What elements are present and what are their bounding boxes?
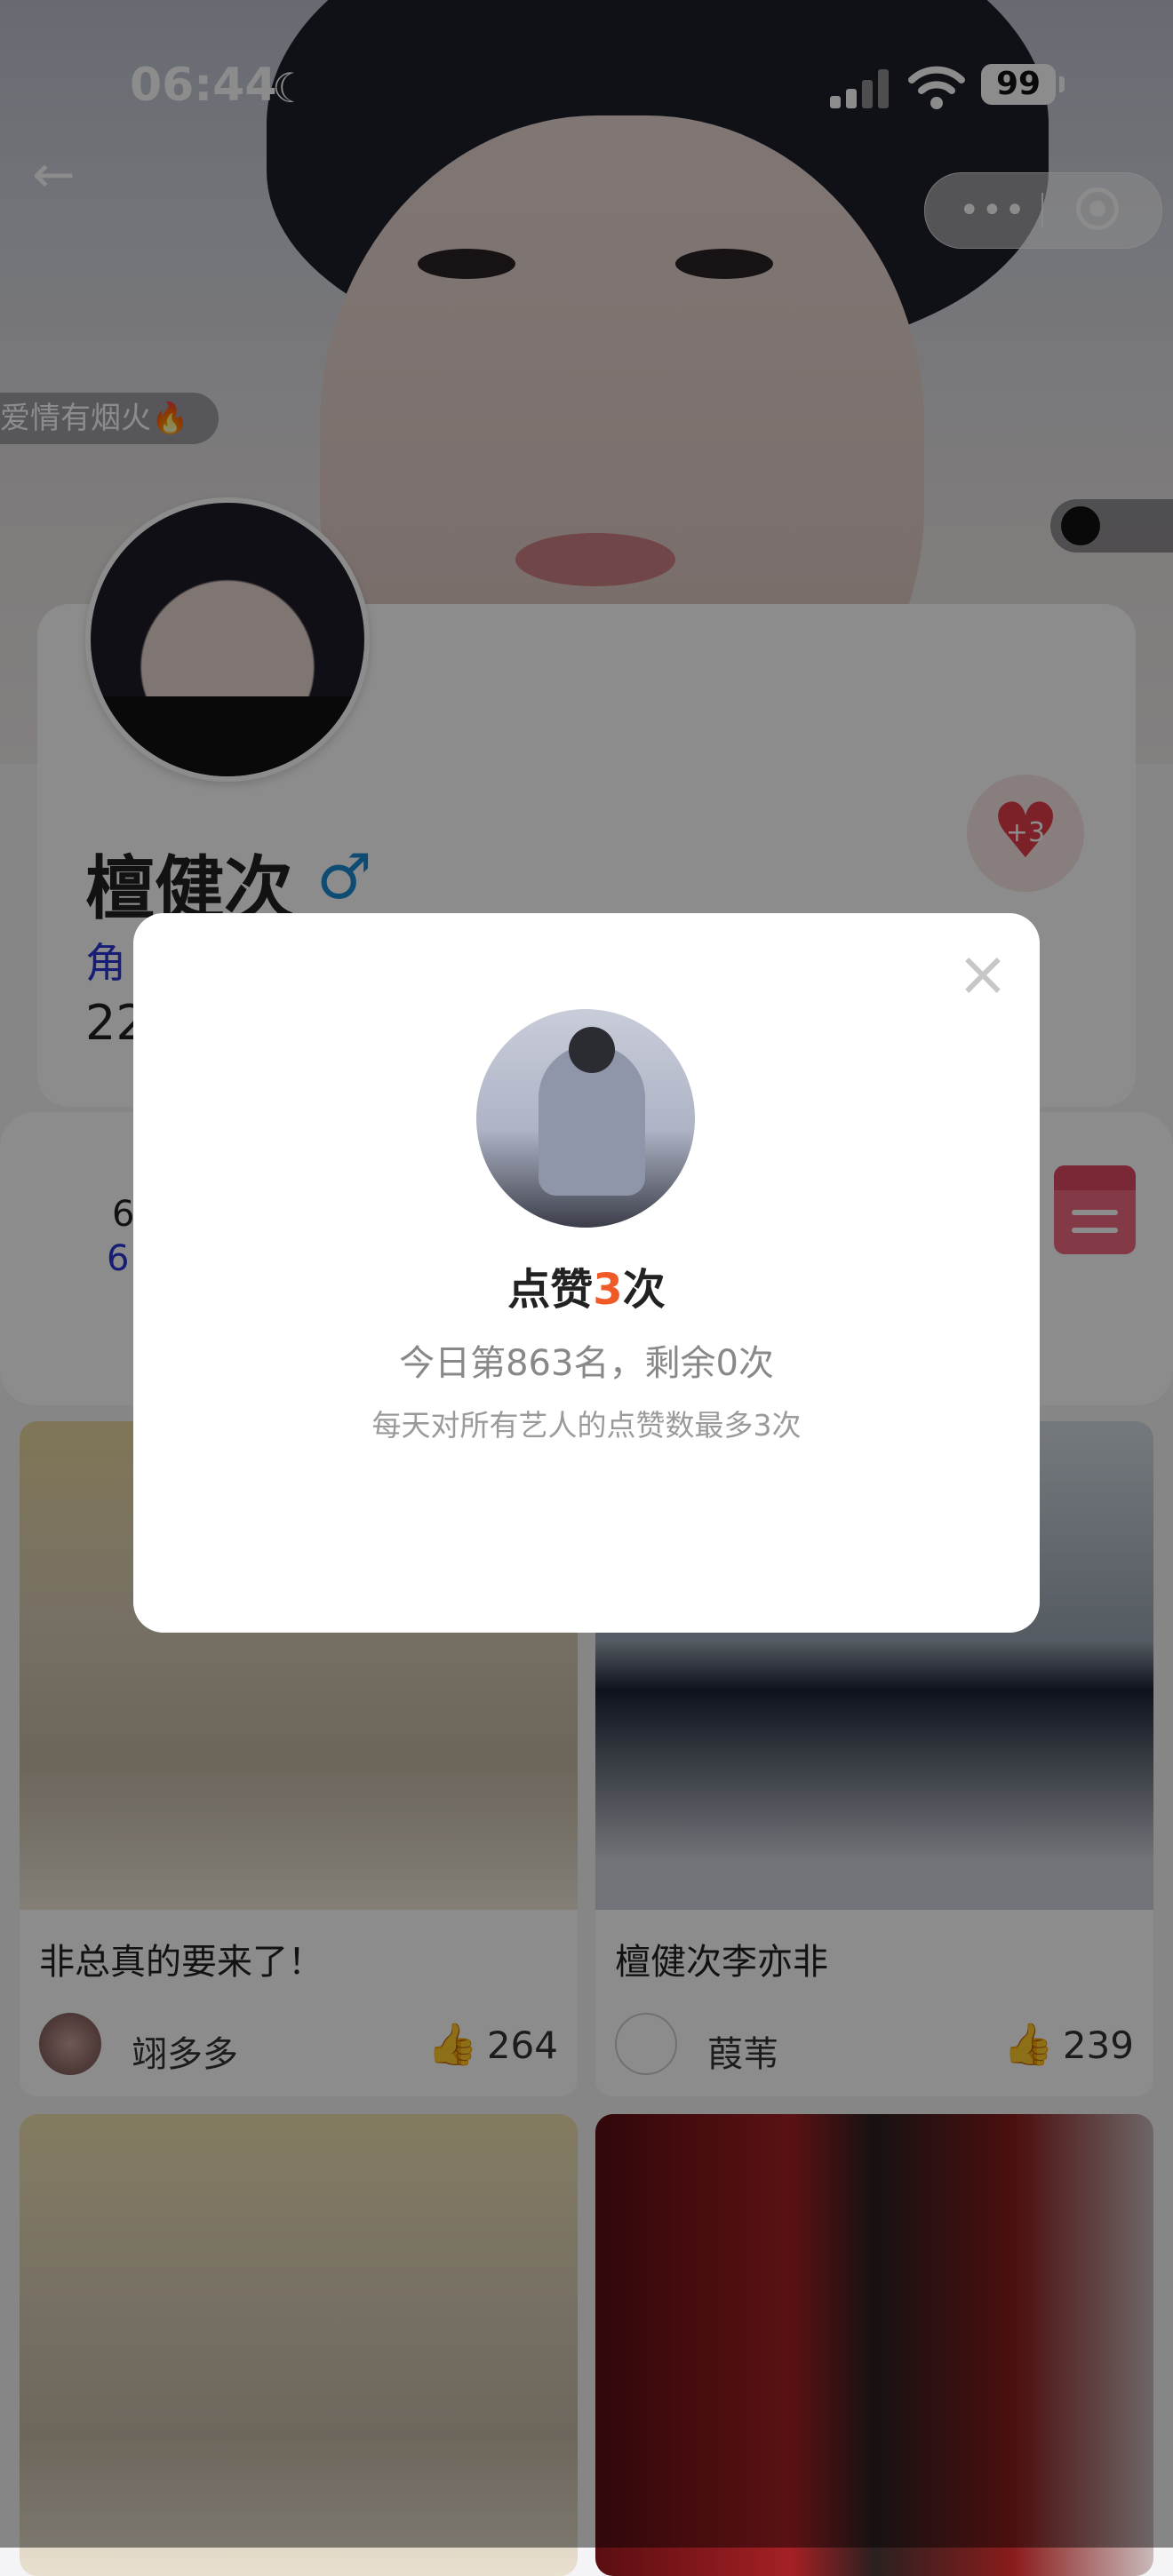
- dialog-title-prefix: 点赞: [507, 1265, 594, 1315]
- dialog-hint-text: 每天对所有艺人的点赞数最多3次: [371, 1408, 802, 1443]
- dialog-title-count: 3: [593, 1265, 623, 1315]
- dialog-title-suffix: 次: [622, 1265, 666, 1315]
- dialog-avatar: [476, 1009, 695, 1228]
- like-result-dialog: × 点赞3次 今日第863名，剩余0次 每天对所有艺人的点赞数最多3次: [133, 913, 1040, 1633]
- avatar-figure-head: [569, 1027, 615, 1073]
- close-icon[interactable]: ×: [954, 942, 1011, 1005]
- dialog-rank-text: 今日第863名，剩余0次: [399, 1343, 774, 1384]
- dialog-title: 点赞3次: [133, 1254, 1040, 1316]
